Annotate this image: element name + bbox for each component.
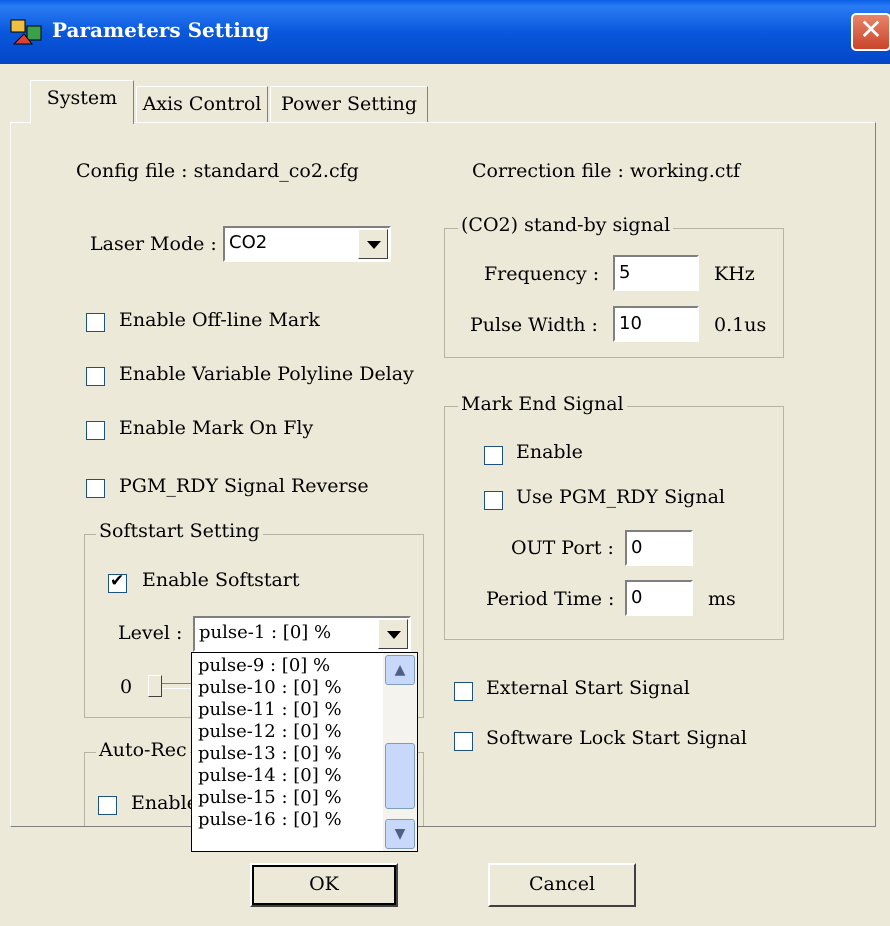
enable-variable-polyline-delay-label: Enable Variable Polyline Delay xyxy=(119,363,414,385)
software-lock-start-signal-checkbox[interactable] xyxy=(454,732,473,751)
cancel-button[interactable]: Cancel xyxy=(488,863,636,907)
tab-system[interactable]: System xyxy=(30,80,134,124)
list-item[interactable]: pulse-9 : [0] % xyxy=(198,655,330,677)
list-item[interactable]: pulse-14 : [0] % xyxy=(198,765,342,787)
use-pgm-rdy-signal-checkbox[interactable] xyxy=(484,491,503,510)
out-port-input[interactable]: 0 xyxy=(625,530,693,566)
tab-power-setting[interactable]: Power Setting xyxy=(270,86,428,122)
period-time-label: Period Time : xyxy=(486,588,615,610)
ok-button[interactable]: OK xyxy=(250,863,398,907)
mark-end-legend: Mark End Signal xyxy=(458,393,627,415)
pgm-rdy-signal-reverse-checkbox[interactable] xyxy=(86,479,105,498)
config-file-label: Config file : standard_co2.cfg xyxy=(76,160,359,182)
list-item[interactable]: pulse-11 : [0] % xyxy=(198,699,342,721)
pulse-width-input[interactable]: 10 xyxy=(613,306,699,342)
level-dropdown-list[interactable]: pulse-9 : [0] % pulse-10 : [0] % pulse-1… xyxy=(191,652,418,852)
level-slider-thumb[interactable] xyxy=(148,675,162,697)
frequency-unit: KHz xyxy=(714,263,755,285)
level-label: Level : xyxy=(118,622,183,644)
enable-offline-mark-checkbox[interactable] xyxy=(86,313,105,332)
standby-legend: (CO2) stand-by signal xyxy=(458,214,674,236)
laser-mode-label: Laser Mode : xyxy=(90,233,217,255)
period-time-unit: ms xyxy=(708,588,736,610)
close-button[interactable]: ✕ xyxy=(851,13,890,51)
auto-rec-enable-label: Enable xyxy=(131,792,198,814)
slider-min-label: 0 xyxy=(120,676,133,698)
chevron-down-icon[interactable] xyxy=(358,229,388,259)
laser-app-icon xyxy=(10,19,42,45)
window-title: Parameters Setting xyxy=(52,18,270,42)
out-port-label: OUT Port : xyxy=(511,537,614,559)
auto-rec-enable-checkbox[interactable] xyxy=(98,796,117,815)
list-item[interactable]: pulse-13 : [0] % xyxy=(198,743,342,765)
enable-mark-on-fly-checkbox[interactable] xyxy=(86,421,105,440)
scrollbar-thumb[interactable] xyxy=(385,743,415,809)
external-start-signal-label: External Start Signal xyxy=(486,677,690,699)
tab-axis-control[interactable]: Axis Control xyxy=(136,86,268,122)
auto-rec-legend: Auto-Rec xyxy=(96,739,190,761)
laser-mode-select[interactable]: CO2 xyxy=(223,226,391,262)
use-pgm-rdy-signal-label: Use PGM_RDY Signal xyxy=(516,486,725,508)
software-lock-start-signal-label: Software Lock Start Signal xyxy=(486,727,747,749)
mark-end-enable-checkbox[interactable] xyxy=(484,446,503,465)
frequency-label: Frequency : xyxy=(484,263,600,285)
enable-mark-on-fly-label: Enable Mark On Fly xyxy=(119,417,314,439)
list-item[interactable]: pulse-15 : [0] % xyxy=(198,787,342,809)
softstart-legend: Softstart Setting xyxy=(96,520,263,542)
enable-variable-polyline-delay-checkbox[interactable] xyxy=(86,367,105,386)
pulse-width-unit: 0.1us xyxy=(714,314,767,336)
laser-mode-value: CO2 xyxy=(229,232,268,253)
scroll-down-icon[interactable]: ▼ xyxy=(385,819,415,849)
pulse-width-label: Pulse Width : xyxy=(470,314,598,336)
period-time-input[interactable]: 0 xyxy=(625,580,693,616)
frequency-input[interactable]: 5 xyxy=(613,255,699,291)
chevron-down-icon[interactable] xyxy=(378,619,408,649)
list-item[interactable]: pulse-16 : [0] % xyxy=(198,809,342,831)
list-item[interactable]: pulse-12 : [0] % xyxy=(198,721,342,743)
enable-softstart-checkbox[interactable] xyxy=(108,571,127,593)
mark-end-enable-label: Enable xyxy=(516,441,583,463)
external-start-signal-checkbox[interactable] xyxy=(454,682,473,701)
scroll-up-icon[interactable]: ▲ xyxy=(385,655,415,685)
correction-file-label: Correction file : working.ctf xyxy=(472,160,741,182)
pgm-rdy-signal-reverse-label: PGM_RDY Signal Reverse xyxy=(119,475,369,497)
list-item[interactable]: pulse-10 : [0] % xyxy=(198,677,342,699)
dropdown-scrollbar[interactable]: ▲ ▼ xyxy=(383,653,417,851)
enable-softstart-label: Enable Softstart xyxy=(142,569,300,591)
level-value: pulse-1 : [0] % xyxy=(199,622,332,643)
enable-offline-mark-label: Enable Off-line Mark xyxy=(119,309,320,331)
level-select[interactable]: pulse-1 : [0] % xyxy=(193,616,411,652)
